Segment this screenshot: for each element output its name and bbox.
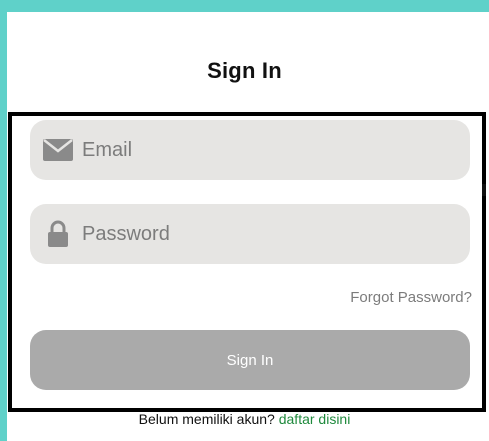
app-frame: Sign In Email Password Forgot Password? … — [0, 0, 489, 441]
password-field[interactable]: Password — [30, 204, 470, 264]
page-title: Sign In — [207, 58, 282, 83]
top-accent-bar — [0, 0, 489, 12]
email-field[interactable]: Email — [30, 120, 470, 180]
password-placeholder: Password — [82, 222, 170, 245]
register-link[interactable]: daftar disini — [279, 411, 351, 427]
forgot-password-link[interactable]: Forgot Password? — [350, 289, 472, 306]
sign-in-button[interactable]: Sign In — [30, 330, 470, 390]
email-placeholder: Email — [82, 138, 133, 161]
register-prompt: Belum memiliki akun? daftar disini — [0, 411, 489, 427]
lock-icon — [42, 218, 74, 250]
envelope-icon — [42, 134, 74, 166]
edge-artifact — [482, 184, 486, 196]
register-prompt-text: Belum memiliki akun? — [138, 411, 275, 427]
